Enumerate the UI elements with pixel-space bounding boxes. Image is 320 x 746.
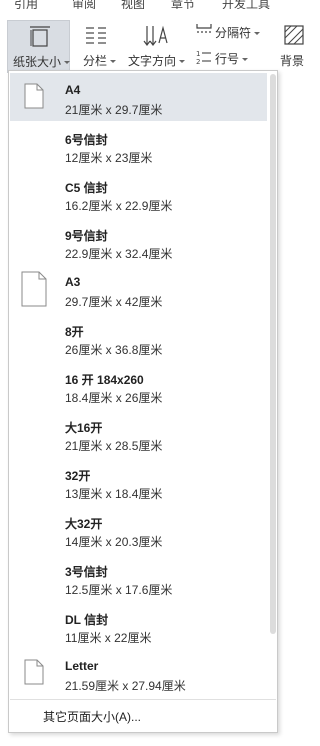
paper-size-dropdown: A4 21厘米 x 29.7厘米 6号信封 12厘米 x 23厘米 C5 信封 16.2厘… (8, 70, 278, 733)
background-icon (284, 25, 304, 45)
line-number-label: 行号 (215, 50, 249, 67)
paper-size-dimensions: 16.2厘米 x 22.9厘米 (65, 199, 173, 213)
portrait-page-icon (24, 659, 44, 685)
line-number-button[interactable]: 1 2 行号 (194, 47, 264, 67)
paper-size-dimensions: 12厘米 x 23厘米 (65, 151, 153, 165)
paper-size-name: 3号信封 (65, 565, 108, 579)
scrollbar-thumb[interactable] (270, 74, 276, 634)
paper-size-name: DL 信封 (65, 613, 109, 627)
columns-button[interactable]: 分栏 (76, 20, 120, 73)
paper-size-name: 9号信封 (65, 229, 108, 243)
separator-icon (196, 24, 212, 33)
scrollbar[interactable] (269, 71, 277, 691)
paper-size-dimensions: 21厘米 x 29.7厘米 (65, 103, 163, 117)
menu-references[interactable]: 引用 (14, 0, 38, 9)
text-direction-icon (143, 25, 168, 46)
paper-size-item[interactable]: 8开 26厘米 x 36.8厘米 (10, 313, 267, 361)
paper-size-dimensions: 21厘米 x 28.5厘米 (65, 439, 163, 453)
background-label: 背景 (280, 54, 305, 68)
paper-size-name: A4 (65, 83, 81, 97)
paper-size-dimensions: 29.7厘米 x 42厘米 (65, 295, 163, 309)
paper-size-button[interactable]: 纸张大小 (7, 20, 71, 73)
paper-size-item[interactable]: DL 信封 11厘米 x 22厘米 (10, 601, 267, 649)
paper-size-name: C5 信封 (65, 181, 108, 195)
paper-size-dimensions: 21.59厘米 x 27.94厘米 (65, 679, 186, 693)
paper-size-dimensions: 26厘米 x 36.8厘米 (65, 343, 163, 357)
paper-size-name: 16 开 184x260 (65, 373, 144, 387)
menu-divider (10, 699, 276, 700)
paper-size-name: 大32开 (65, 517, 103, 531)
paper-size-dimensions: 14厘米 x 20.3厘米 (65, 535, 163, 549)
paper-size-item[interactable]: A4 21厘米 x 29.7厘米 (10, 73, 267, 121)
paper-size-item[interactable]: 3号信封 12.5厘米 x 17.6厘米 (10, 553, 267, 601)
line-number-icon: 1 2 (196, 50, 211, 65)
paper-size-dimensions: 11厘米 x 22厘米 (65, 631, 152, 645)
columns-icon (86, 27, 106, 44)
menu-section[interactable]: 章节 (171, 0, 195, 9)
menu-view[interactable]: 视图 (121, 0, 145, 9)
columns-label: 分栏 (83, 52, 117, 69)
svg-text:2: 2 (196, 58, 200, 65)
separator-label: 分隔符 (215, 24, 261, 41)
background-button[interactable]: 背景 (278, 20, 307, 73)
paper-size-name: 6号信封 (65, 133, 108, 147)
paper-size-item[interactable]: Letter 21.59厘米 x 27.94厘米 (10, 649, 267, 697)
paper-size-dimensions: 22.9厘米 x 32.4厘米 (65, 247, 173, 261)
text-direction-button[interactable]: 文字方向 (124, 20, 188, 73)
paper-size-name: 32开 (65, 469, 91, 483)
paper-size-name: Letter (65, 659, 99, 673)
paper-size-item[interactable]: 大16开 21厘米 x 28.5厘米 (10, 409, 267, 457)
paper-size-name: 大16开 (65, 421, 103, 435)
large-page-icon (21, 271, 47, 307)
paper-size-item[interactable]: A3 29.7厘米 x 42厘米 (10, 265, 267, 313)
paper-size-item[interactable]: 16 开 184x260 18.4厘米 x 26厘米 (10, 361, 267, 409)
paper-size-item[interactable]: 6号信封 12厘米 x 23厘米 (10, 121, 267, 169)
paper-size-dimensions: 13厘米 x 18.4厘米 (65, 487, 163, 501)
paper-size-name: 8开 (65, 325, 84, 339)
paper-size-name: A3 (65, 275, 81, 289)
paper-size-label: 纸张大小 (13, 53, 71, 70)
paper-size-item[interactable]: 32开 13厘米 x 18.4厘米 (10, 457, 267, 505)
paper-size-icon (30, 26, 50, 47)
separator-button[interactable]: 分隔符 (194, 21, 264, 41)
paper-size-item[interactable]: C5 信封 16.2厘米 x 22.9厘米 (10, 169, 267, 217)
paper-size-item[interactable]: 大32开 14厘米 x 20.3厘米 (10, 505, 267, 553)
paper-size-item[interactable]: 9号信封 22.9厘米 x 32.4厘米 (10, 217, 267, 265)
ribbon: 纸张大小 分栏 文字方向 分隔符 1 2 行号 背景 (0, 9, 307, 73)
menu-review[interactable]: 审阅 (72, 0, 96, 9)
menu-developer[interactable]: 开发工具 (222, 0, 270, 9)
text-direction-label: 文字方向 (128, 52, 186, 69)
portrait-page-icon (24, 83, 44, 109)
svg-text:1: 1 (196, 50, 200, 58)
paper-size-dimensions: 12.5厘米 x 17.6厘米 (65, 583, 173, 597)
paper-size-dimensions: 18.4厘米 x 26厘米 (65, 391, 163, 405)
other-page-size-item[interactable]: 其它页面大小(A)... (43, 708, 141, 725)
menu-bar: 引用 审阅 视图 章节 开发工具 (0, 0, 307, 9)
